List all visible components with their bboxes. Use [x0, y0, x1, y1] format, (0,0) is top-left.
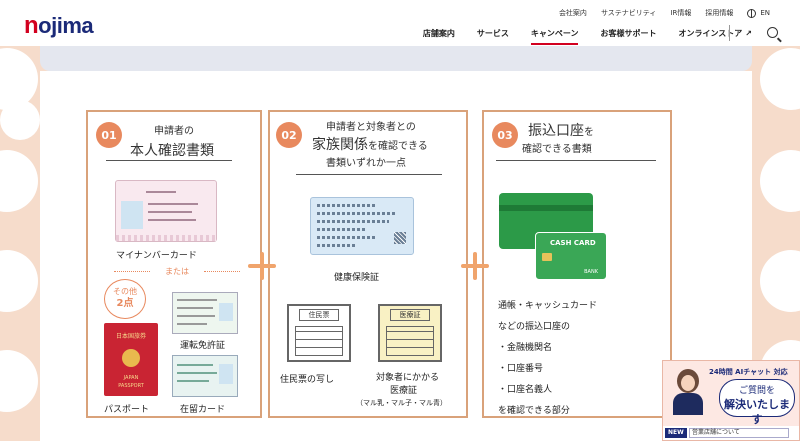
medical-certificate-note: （マル乳・マル子・マル青） — [356, 399, 447, 407]
ai-chat-widget[interactable]: 24時間 AIチャット 対応 ご質問を 解決いたします NEW 営業店舗について — [662, 360, 800, 441]
medical-certificate-doc-title: 医療証 — [390, 309, 430, 321]
plus-icon — [248, 252, 276, 280]
other-two-items-badge: その他 2点 — [104, 279, 146, 319]
mynumber-card-image — [115, 180, 217, 242]
operator-avatar — [669, 367, 703, 415]
utility-link-ir[interactable]: IR情報 — [670, 8, 691, 18]
ai-chat-label: 24時間 AIチャット 対応 — [709, 368, 788, 376]
section1-underline — [106, 160, 232, 161]
nav-stores[interactable]: 店舗案内 — [423, 28, 455, 45]
list-item: ・金融機関名 — [498, 343, 553, 353]
section2-title-line3: 書類いずれか一点 — [326, 158, 406, 169]
residence-card-image — [172, 355, 238, 397]
section3-number: 03 — [492, 122, 518, 148]
list-item: 通帳・キャッシュカード — [498, 301, 598, 311]
site-header: nojima 会社案内 サステナビリティ IR情報 採用情報 EN 店舗案内 サ… — [0, 0, 800, 46]
language-label: EN — [760, 9, 770, 17]
qr-code-icon — [394, 232, 406, 244]
page-top-bar — [40, 46, 752, 71]
main-nav: 店舗案内 サービス キャンペーン お客様サポート オンラインストア ↗ — [423, 28, 752, 45]
list-item: を確認できる部分 — [498, 406, 570, 416]
chrysanthemum-seal-icon — [122, 349, 140, 367]
section2-title-line2: 家族関係を確認できる — [312, 134, 428, 154]
medical-certificate-label-line1: 対象者にかかる — [376, 373, 440, 383]
or-label: または — [110, 266, 244, 277]
search-icon[interactable] — [767, 27, 778, 38]
section2-title-small: 申請者と対象者との — [326, 122, 416, 133]
section2-title-rest: を確認できる — [368, 141, 428, 152]
language-switch[interactable]: EN — [747, 8, 770, 18]
logo-mark: n — [24, 12, 39, 39]
section2-underline — [296, 174, 442, 175]
utility-links: 会社案内 サステナビリティ IR情報 採用情報 EN — [559, 8, 770, 18]
passport-label: パスポート — [104, 405, 150, 415]
health-insurance-label: 健康保険証 — [334, 273, 380, 283]
nojima-logo[interactable]: nojima — [24, 12, 94, 40]
section3-title-big: 振込口座 — [528, 123, 584, 139]
chat-bubble[interactable]: ご質問を 解決いたします — [719, 379, 795, 426]
drivers-license-image — [172, 292, 238, 334]
drivers-license-label: 運転免許証 — [180, 341, 226, 351]
utility-link-recruit[interactable]: 採用情報 — [705, 8, 733, 18]
section1-number: 01 — [96, 122, 122, 148]
chat-bubble-line1: ご質問を — [738, 386, 775, 396]
chat-input[interactable]: 営業店舗について — [689, 428, 789, 438]
two-items-label: 2点 — [116, 298, 134, 309]
juminhyo-document-image: 住民票 — [287, 304, 351, 362]
cash-card-text: CASH CARD — [550, 239, 596, 247]
passport-japan-text: JAPAN — [123, 375, 139, 381]
chip-icon — [542, 253, 552, 261]
plus-icon — [461, 252, 489, 280]
medical-certificate-label-line2: 医療証 — [390, 386, 418, 396]
nav-support[interactable]: お客様サポート — [600, 28, 656, 45]
section1-title-big: 本人確認書類 — [130, 143, 214, 159]
nav-divider — [729, 25, 730, 41]
list-item: などの振込口座の — [498, 322, 571, 332]
medical-certificate-image: 医療証 — [378, 304, 442, 362]
chat-bottom-bar: NEW 営業店舗について — [663, 426, 799, 440]
globe-icon — [747, 8, 757, 18]
health-insurance-card-image — [310, 197, 414, 255]
chat-bubble-line2: 解決いたします — [724, 398, 790, 426]
section2-number: 02 — [276, 122, 302, 148]
passport-passport-text: PASSPORT — [118, 383, 144, 389]
bank-text: BANK — [584, 269, 598, 275]
logo-text: ojima — [38, 13, 94, 38]
juminhyo-label: 住民票の写し — [280, 375, 335, 385]
list-item: ・口座名義人 — [498, 385, 553, 395]
section3-underline — [496, 160, 656, 161]
section3-title-line1: 振込口座を — [528, 120, 594, 140]
utility-link-sustainability[interactable]: サステナビリティ — [601, 8, 656, 18]
section3-title-rest: を — [584, 127, 594, 138]
cash-card-image: CASH CARD BANK — [535, 232, 607, 280]
external-link-icon: ↗ — [745, 29, 752, 38]
utility-link-company[interactable]: 会社案内 — [559, 8, 587, 18]
new-badge: NEW — [665, 428, 687, 438]
section3-title-line2: 確認できる書類 — [522, 144, 592, 155]
residence-card-label: 在留カード — [180, 405, 226, 415]
nav-campaign[interactable]: キャンペーン — [530, 28, 579, 45]
nav-online-store-label: オンラインストア — [678, 29, 743, 38]
list-item: ・口座番号 — [498, 364, 544, 374]
juminhyo-doc-title: 住民票 — [299, 309, 339, 321]
mynumber-card-label: マイナンバーカード — [116, 251, 197, 261]
bank-info-list: 通帳・キャッシュカード などの振込口座の ・金融機関名 ・口座番号 ・口座名義人… — [498, 296, 597, 422]
section2-title-big: 家族関係 — [312, 137, 368, 153]
passport-image: 日本国旅券 JAPAN PASSPORT — [104, 323, 158, 396]
nav-services[interactable]: サービス — [477, 28, 509, 45]
section1-title-small: 申請者の — [154, 126, 194, 137]
nav-online-store[interactable]: オンラインストア ↗ — [678, 28, 752, 45]
passport-jp-text: 日本国旅券 — [115, 333, 146, 340]
other-label: その他 — [113, 287, 137, 296]
